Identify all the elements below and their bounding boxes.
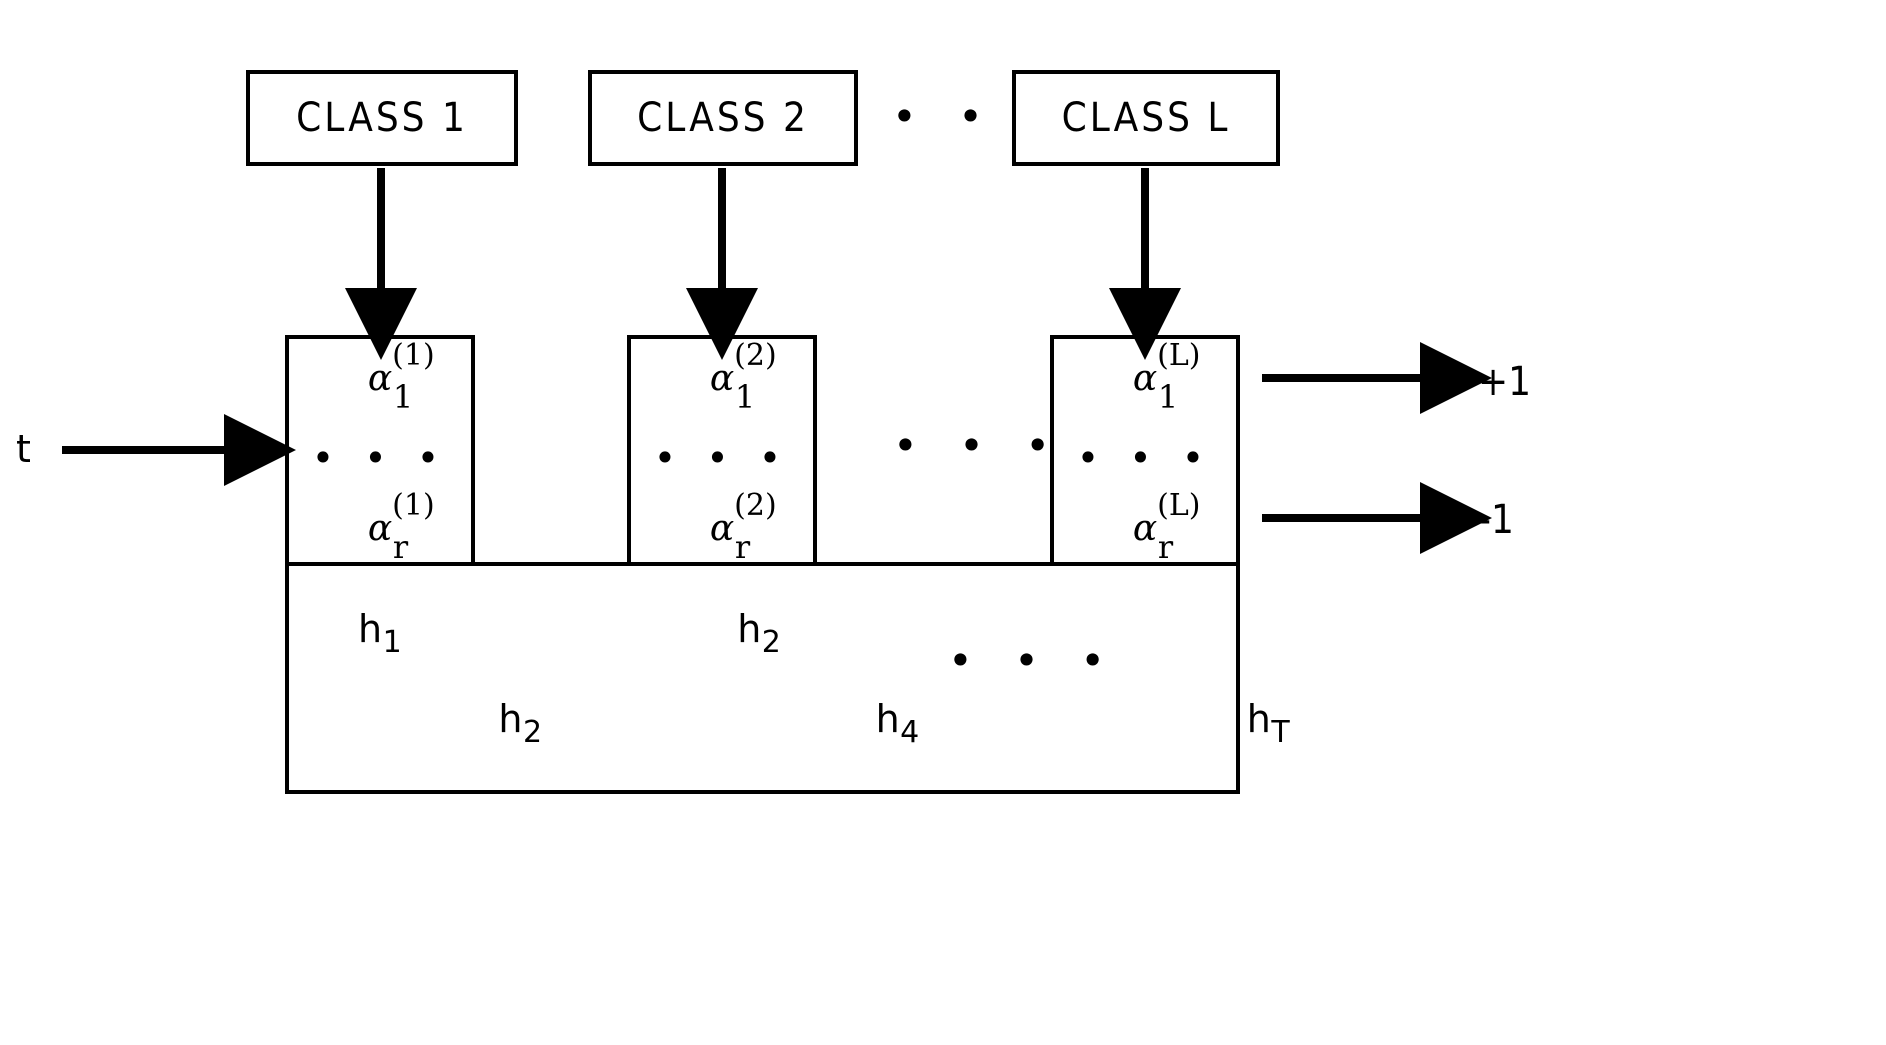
alpha-vertical-ellipsis-l: • • • (1076, 436, 1214, 480)
alpha-subscript: 1 (1157, 378, 1179, 416)
class-box-1-label: CLASS 1 (296, 95, 468, 141)
class-box-2: CLASS 2 (588, 70, 858, 166)
h-symbol: h (1246, 697, 1271, 741)
class-box-l-label: CLASS L (1061, 95, 1231, 141)
h-subscript: 4 (900, 715, 920, 750)
alpha-subscript: r (734, 528, 751, 566)
alpha-superscript: (1) (392, 488, 435, 523)
alpha-subscript: 1 (392, 378, 414, 416)
alpha-subscript: r (392, 528, 409, 566)
alpha-superscript: (L) (1157, 488, 1201, 523)
alpha-subscript: 1 (734, 378, 756, 416)
h-symbol: h (737, 607, 762, 651)
alpha-vertical-ellipsis-1: • • • (311, 436, 449, 480)
h-term-row1-2: h 2 (737, 607, 781, 658)
output-positive-label: +1 (1478, 359, 1532, 405)
h-subscript: 2 (522, 715, 543, 750)
alpha-first-term-1: α (1) 1 (367, 338, 435, 416)
h-term-row2-t: h T (1246, 697, 1290, 748)
alpha-subscript: r (1157, 528, 1174, 566)
alpha-row-ellipsis: • • • (893, 421, 1065, 470)
alpha-last-term-1: α (1) r (367, 488, 435, 566)
h-subscript: T (1271, 715, 1290, 750)
class-box-2-label: CLASS 2 (637, 95, 809, 141)
diagram-canvas: CLASS 1 CLASS 2 • • • CLASS L α (1) 1 • … (0, 0, 1886, 1045)
alpha-superscript: (L) (1157, 338, 1201, 373)
alpha-last-term-2: α (2) r (709, 488, 777, 566)
class-box-l: CLASS L (1012, 70, 1280, 166)
h-symbol: h (358, 607, 383, 651)
alpha-box-l: α (L) 1 • • • α (L) r (1050, 335, 1240, 565)
output-negative-label: -1 (1478, 497, 1514, 543)
h-symbol: h (875, 697, 900, 741)
h-term-row1-1: h 1 (358, 607, 402, 658)
alpha-vertical-ellipsis-2: • • • (653, 436, 791, 480)
alpha-first-term-l: α (L) 1 (1132, 338, 1201, 416)
h-subscript: 2 (761, 625, 781, 660)
alpha-superscript: (2) (734, 488, 777, 523)
h-subscript: 1 (382, 625, 402, 660)
alpha-superscript: (2) (734, 338, 777, 373)
base-row1-ellipsis: • • • (948, 636, 1120, 685)
alpha-last-term-l: α (L) r (1132, 488, 1201, 566)
class-box-1: CLASS 1 (246, 70, 518, 166)
h-symbol: h (498, 697, 523, 741)
alpha-first-term-2: α (2) 1 (709, 338, 777, 416)
input-label: t (16, 427, 31, 471)
alpha-box-2: α (2) 1 • • • α (2) r (627, 335, 817, 565)
alpha-box-1: α (1) 1 • • • α (1) r (285, 335, 475, 565)
alpha-superscript: (1) (392, 338, 435, 373)
h-term-row2-1: h 2 (498, 697, 542, 748)
h-term-row2-2: h 4 (875, 697, 920, 748)
